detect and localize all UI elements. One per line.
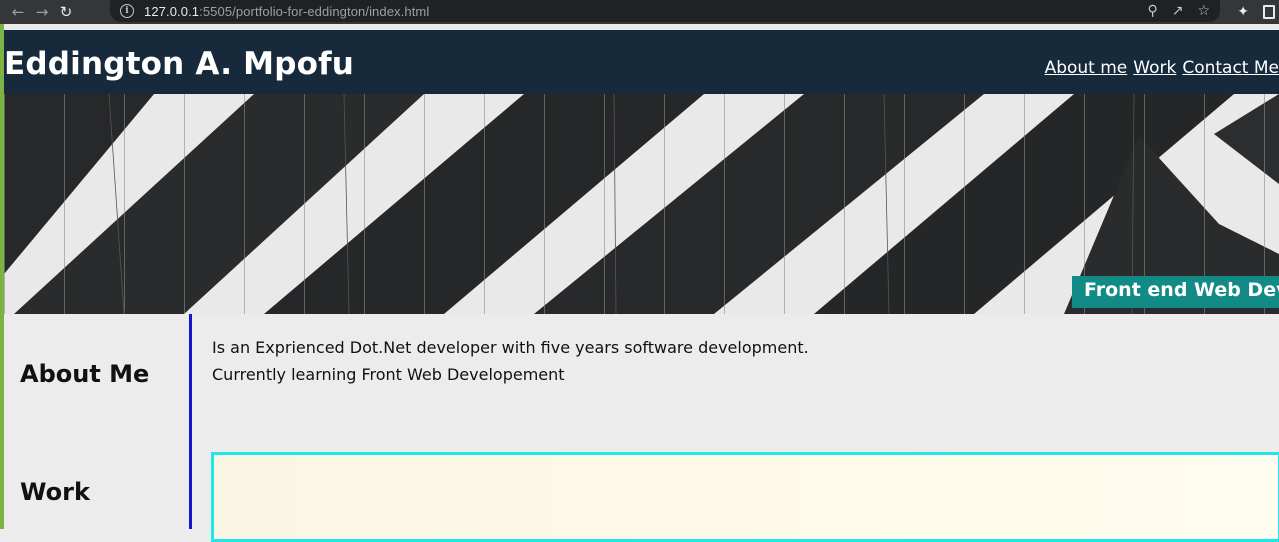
extension-icons: ✦ <box>1237 0 1279 24</box>
sidebar-item-about-me[interactable]: About Me <box>20 360 149 388</box>
main-content: Is an Exprienced Dot.Net developer with … <box>195 314 1279 542</box>
site-nav: About me Work Contact Me <box>1045 58 1279 78</box>
site-title: Eddington A. Mpofu <box>4 46 355 82</box>
star-icon[interactable]: ☆ <box>1197 3 1210 19</box>
omnibox-icons: ⚲ ↗ ☆ <box>1147 0 1210 22</box>
site-header: Eddington A. Mpofu About me Work Contact… <box>4 30 1279 94</box>
url-host: 127.0.0.1 <box>144 3 200 19</box>
nav-work[interactable]: Work <box>1133 58 1176 78</box>
hero-tagline: Front end Web Developer <box>1072 276 1279 308</box>
nav-contact-me[interactable]: Contact Me <box>1182 58 1279 78</box>
url-path: :5505/portfolio-for-eddington/index.html <box>199 3 430 19</box>
about-line-2: Currently learning Front Web Developemen… <box>212 365 565 384</box>
about-line-1: Is an Exprienced Dot.Net developer with … <box>212 338 809 357</box>
nav-about-me[interactable]: About me <box>1045 58 1128 78</box>
hero-banner: Front end Web Developer <box>4 94 1279 314</box>
page: Eddington A. Mpofu About me Work Contact… <box>0 24 1279 542</box>
url-text[interactable]: 127.0.0.1:5505/portfolio-for-eddington/i… <box>144 4 429 19</box>
address-bar[interactable]: i 127.0.0.1:5505/portfolio-for-eddington… <box>110 0 1220 22</box>
zoom-icon[interactable]: ⚲ <box>1147 3 1157 19</box>
forward-icon[interactable]: → <box>30 0 54 24</box>
share-icon[interactable]: ↗ <box>1172 3 1184 19</box>
back-icon[interactable]: ← <box>6 0 30 24</box>
about-text: Is an Exprienced Dot.Net developer with … <box>212 334 809 388</box>
window-icon[interactable] <box>1263 5 1275 19</box>
info-icon[interactable]: i <box>120 4 134 18</box>
reload-icon[interactable]: ↻ <box>54 0 78 24</box>
browser-toolbar: ← → ↻ i 127.0.0.1:5505/portfolio-for-edd… <box>0 0 1279 24</box>
sidebar: About Me Work <box>4 314 192 529</box>
sidebar-item-work[interactable]: Work <box>20 478 90 506</box>
extensions-icon[interactable]: ✦ <box>1237 4 1249 20</box>
